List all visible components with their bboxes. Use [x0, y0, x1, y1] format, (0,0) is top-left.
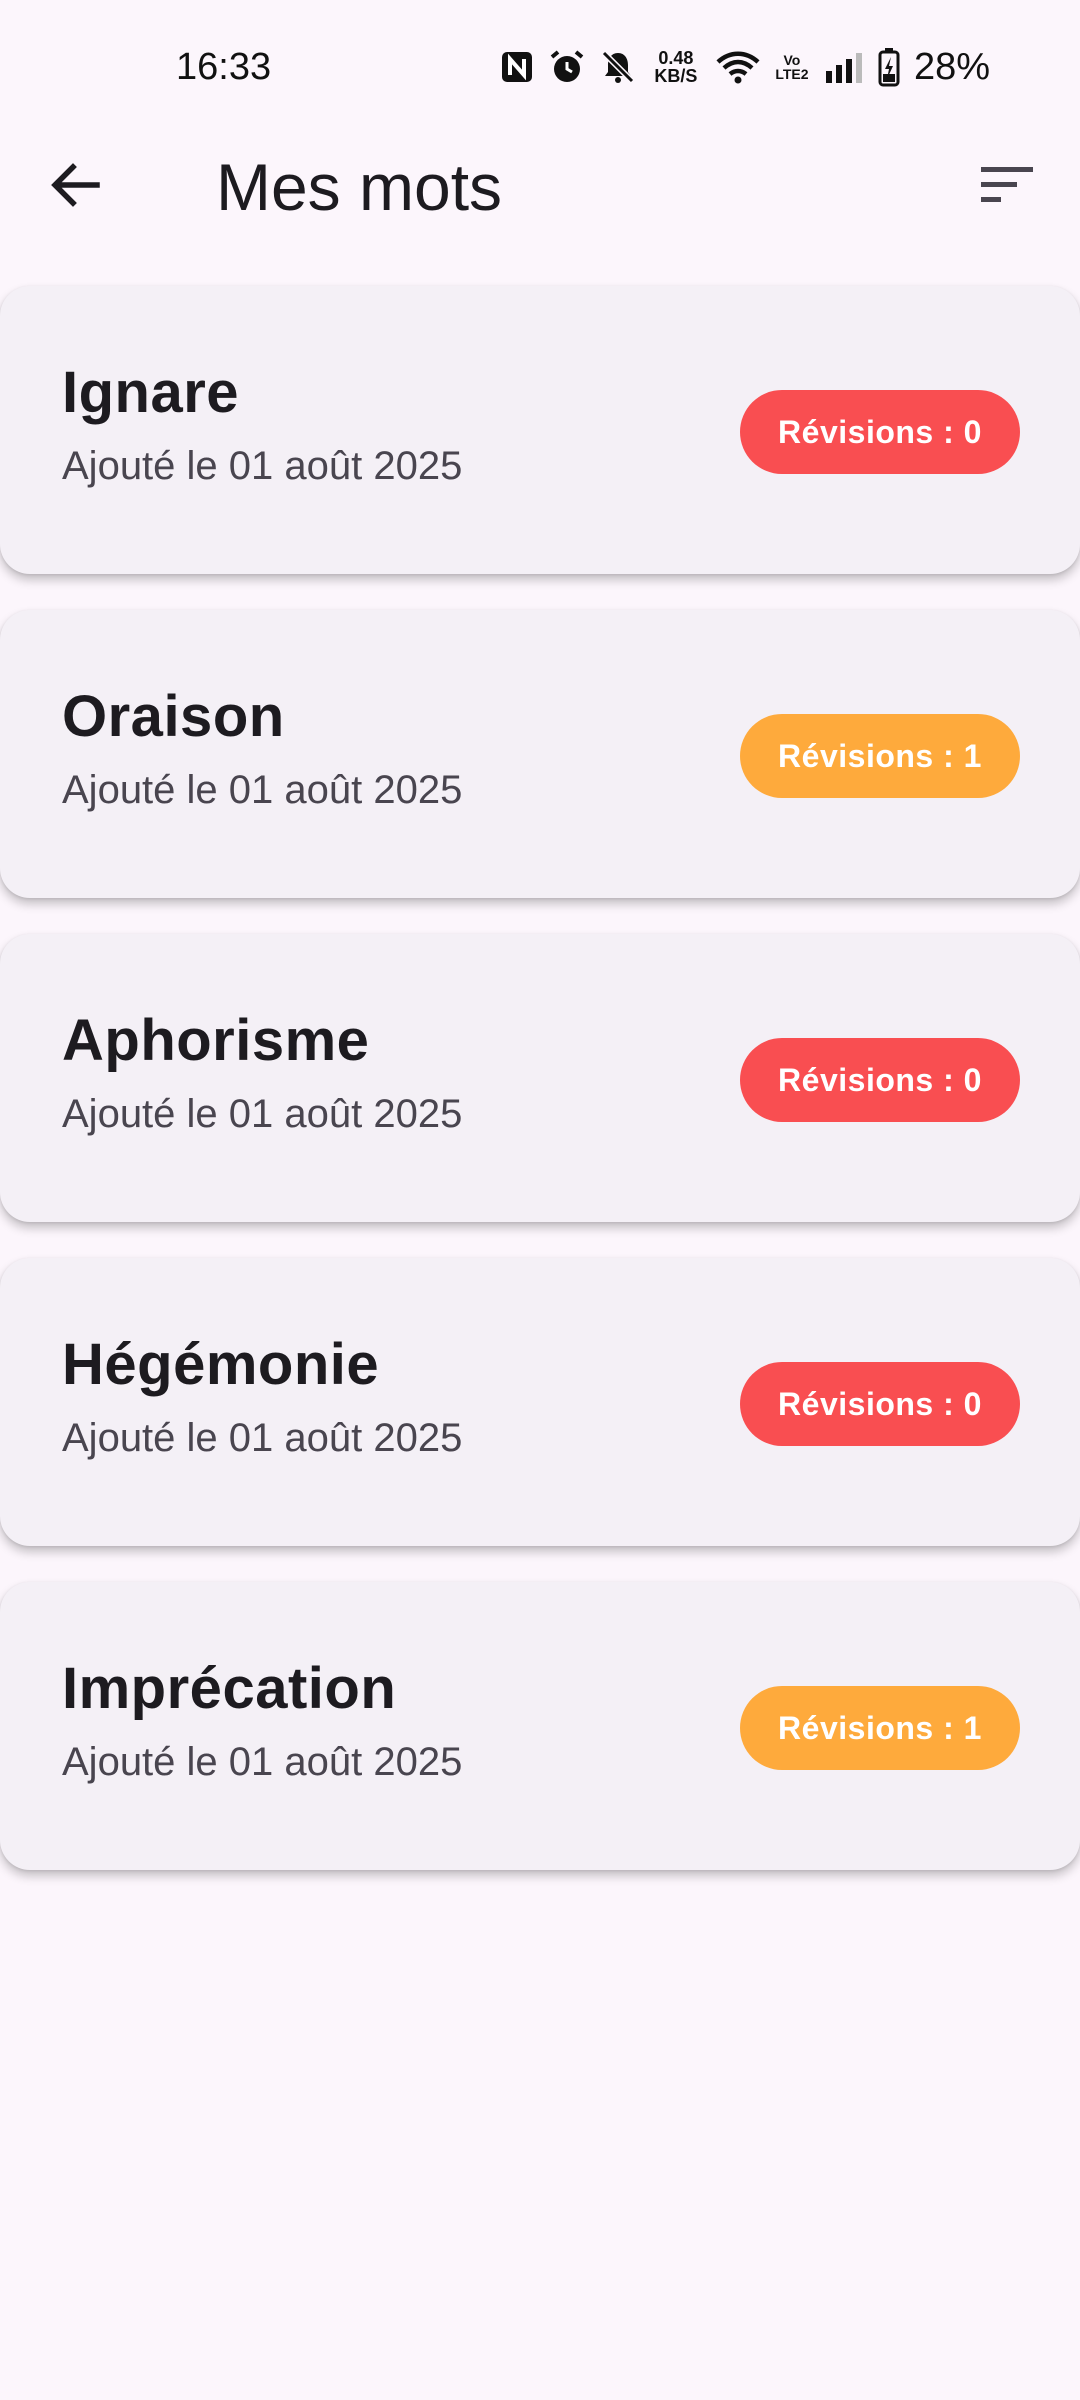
network-speed: 0.48 KB/S: [650, 49, 702, 85]
status-bar: 16:33 0.48 KB/S Vo LTE2 28%: [0, 0, 1080, 120]
sort-button[interactable]: [972, 152, 1042, 222]
word-list: Ignare Ajouté le 01 août 2025 Révisions …: [0, 286, 1080, 1870]
word-card[interactable]: Hégémonie Ajouté le 01 août 2025 Révisio…: [0, 1258, 1080, 1546]
word-title: Aphorisme: [62, 1008, 370, 1073]
speed-unit: KB/S: [654, 66, 698, 86]
status-time: 16:33: [176, 46, 272, 88]
word-date: Ajouté le 01 août 2025: [62, 1416, 463, 1460]
word-title: Oraison: [62, 684, 285, 749]
revision-badge: Révisions : 0: [740, 390, 1020, 474]
battery-percentage: 28%: [913, 46, 990, 88]
wifi-icon: [716, 50, 760, 84]
back-button[interactable]: [40, 152, 110, 222]
signal-icon: [824, 51, 864, 83]
status-icons: 0.48 KB/S Vo LTE2 28%: [500, 44, 990, 90]
word-card[interactable]: Ignare Ajouté le 01 août 2025 Révisions …: [0, 286, 1080, 574]
app-bar: Mes mots: [0, 130, 1080, 242]
revision-badge: Révisions : 1: [740, 714, 1020, 798]
word-date: Ajouté le 01 août 2025: [62, 1092, 463, 1136]
word-title: Hégémonie: [62, 1332, 380, 1397]
battery-charging-icon: [878, 47, 900, 87]
word-title: Imprécation: [62, 1656, 397, 1721]
sort-icon: [979, 165, 1035, 210]
arrow-back-icon: [49, 159, 101, 216]
word-card[interactable]: Imprécation Ajouté le 01 août 2025 Révis…: [0, 1582, 1080, 1870]
speed-value: 0.48: [658, 48, 694, 68]
word-date: Ajouté le 01 août 2025: [62, 768, 463, 812]
revision-badge: Révisions : 1: [740, 1686, 1020, 1770]
nfc-icon: [500, 50, 534, 84]
word-card[interactable]: Oraison Ajouté le 01 août 2025 Révisions…: [0, 610, 1080, 898]
volte-indicator: Vo LTE2: [775, 52, 809, 82]
alarm-icon: [548, 48, 586, 86]
word-card[interactable]: Aphorisme Ajouté le 01 août 2025 Révisio…: [0, 934, 1080, 1222]
page-title: Mes mots: [216, 150, 503, 224]
revision-badge: Révisions : 0: [740, 1362, 1020, 1446]
revision-badge: Révisions : 0: [740, 1038, 1020, 1122]
word-title: Ignare: [62, 360, 240, 425]
word-date: Ajouté le 01 août 2025: [62, 1740, 463, 1784]
word-date: Ajouté le 01 août 2025: [62, 444, 463, 488]
bell-off-icon: [600, 49, 636, 85]
